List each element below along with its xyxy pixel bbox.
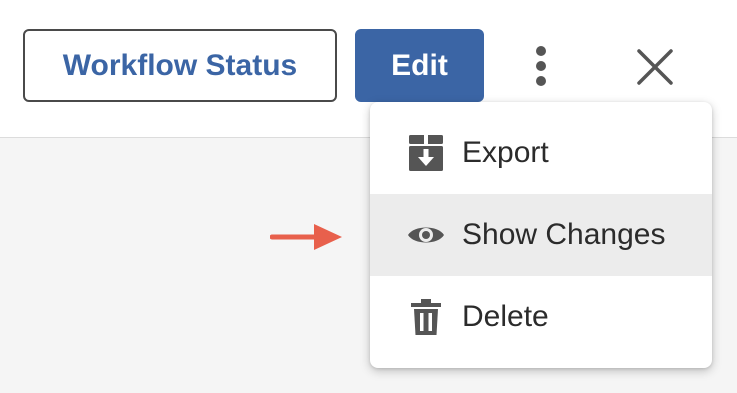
menu-item-label: Delete	[462, 300, 549, 333]
menu-item-label: Show Changes	[462, 218, 666, 251]
menu-item-label: Export	[462, 136, 549, 169]
eye-icon	[406, 215, 446, 255]
more-options-menu: Export Show Changes Delete	[370, 102, 712, 368]
edit-button[interactable]: Edit	[355, 29, 484, 102]
menu-item-export[interactable]: Export	[370, 112, 712, 194]
kebab-menu-icon	[536, 46, 546, 86]
menu-item-delete[interactable]: Delete	[370, 276, 712, 358]
close-button[interactable]	[628, 40, 682, 94]
more-options-button[interactable]	[520, 40, 562, 92]
export-icon	[406, 133, 446, 173]
menu-item-show-changes[interactable]: Show Changes	[370, 194, 712, 276]
close-icon	[637, 49, 673, 85]
workflow-status-button[interactable]: Workflow Status	[23, 29, 337, 102]
annotation-arrow	[270, 224, 342, 250]
trash-icon	[406, 297, 446, 337]
